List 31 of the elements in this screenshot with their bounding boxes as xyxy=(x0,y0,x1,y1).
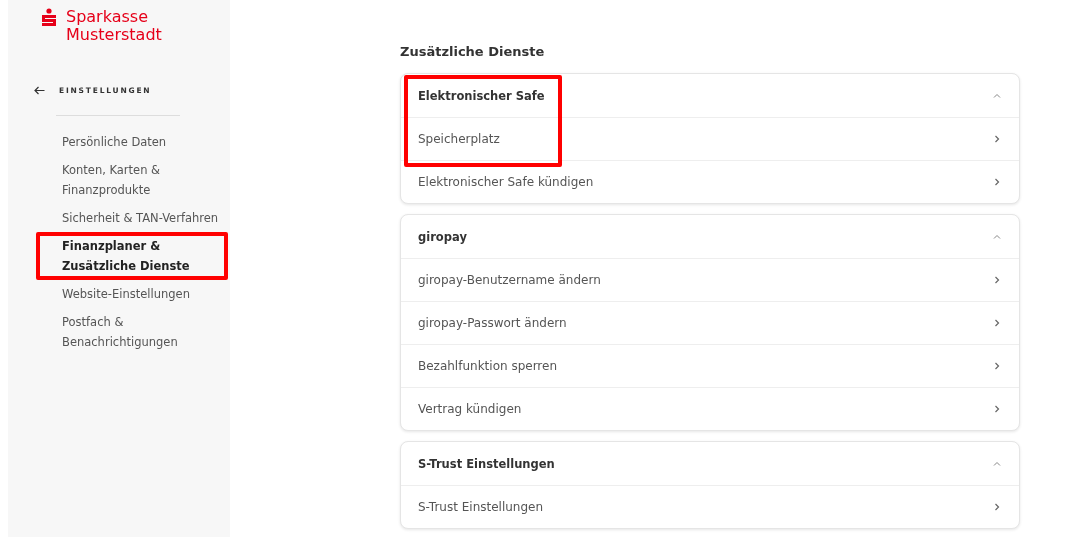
sidebar-item[interactable]: Finanzplaner & Zusätzliche Dienste xyxy=(36,232,228,280)
section-header[interactable]: giropay xyxy=(401,215,1019,258)
chevron-right-icon xyxy=(993,276,1001,284)
chevron-right-icon xyxy=(993,178,1001,186)
section-header[interactable]: S-Trust Einstellungen xyxy=(401,442,1019,485)
menu-row[interactable]: Bezahlfunktion sperren xyxy=(401,344,1019,387)
chevron-right-icon xyxy=(993,503,1001,511)
menu-row[interactable]: giropay-Benutzername ändern xyxy=(401,258,1019,301)
chevron-up-icon xyxy=(993,459,1001,468)
chevron-right-icon xyxy=(993,319,1001,327)
brand-name: Sparkasse xyxy=(66,8,149,26)
chevron-up-icon xyxy=(993,232,1001,241)
sidebar-item[interactable]: Persönliche Daten xyxy=(36,128,228,156)
sidebar-item[interactable]: Postfach & Benachrichtigungen xyxy=(36,308,228,356)
back-arrow-icon[interactable] xyxy=(34,86,45,95)
section-header[interactable]: Elektronischer Safe xyxy=(401,74,1019,117)
logo-icon xyxy=(40,8,58,28)
chevron-right-icon xyxy=(993,362,1001,370)
menu-row[interactable]: Elektronischer Safe kündigen xyxy=(401,160,1019,203)
menu-row[interactable]: S-Trust Einstellungen xyxy=(401,485,1019,528)
sidebar-item[interactable]: Website-Einstellungen xyxy=(36,280,228,308)
page-title: Zusätzliche Dienste xyxy=(400,44,546,59)
sidebar-item[interactable]: Sicherheit & TAN-Verfahren xyxy=(36,204,228,232)
brand-name: Musterstadt xyxy=(66,26,162,44)
chevron-up-icon xyxy=(993,91,1001,100)
menu-row[interactable]: giropay-Passwort ändern xyxy=(401,301,1019,344)
chevron-right-icon xyxy=(993,405,1001,413)
sidebar-item[interactable]: Konten, Karten & Finanzprodukte xyxy=(36,156,228,204)
menu-row[interactable]: Speicherplatz xyxy=(401,117,1019,160)
chevron-right-icon xyxy=(993,135,1001,143)
menu-row[interactable]: Vertrag kündigen xyxy=(401,387,1019,430)
